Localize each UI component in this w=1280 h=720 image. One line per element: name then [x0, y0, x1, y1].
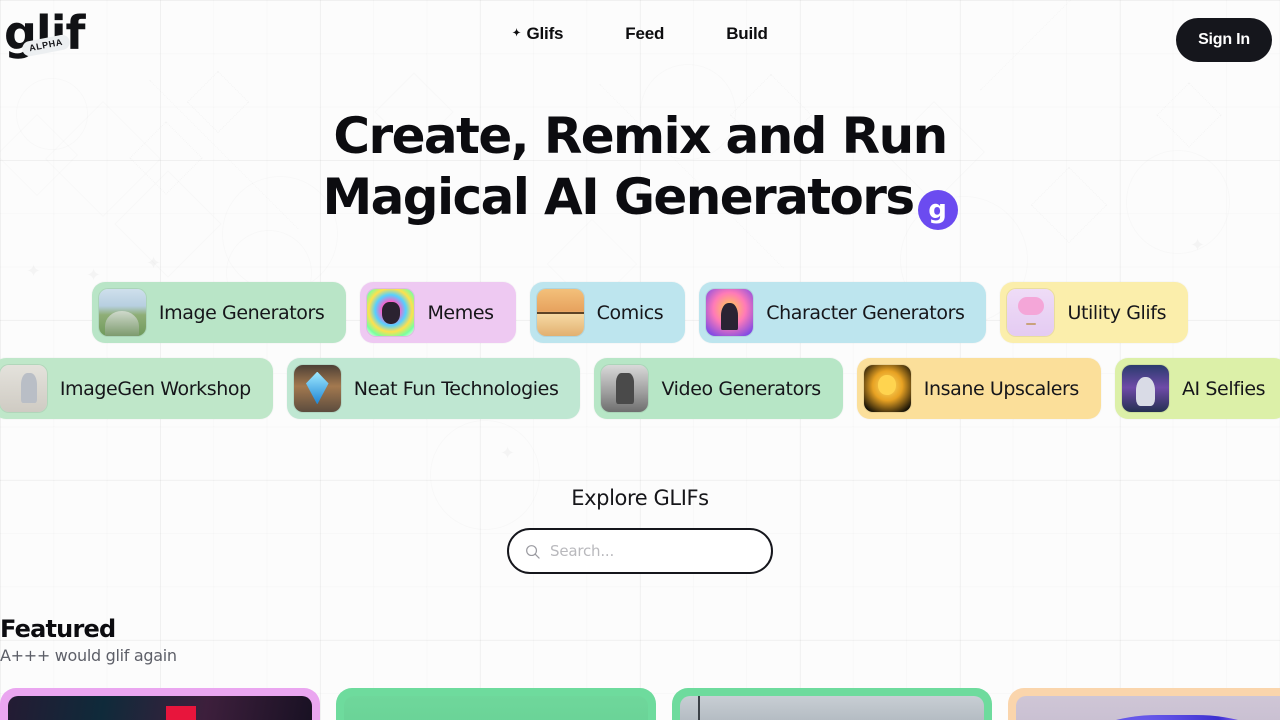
category-pill[interactable]: Insane Upscalers [856, 358, 1101, 419]
landscape-thumbnail [98, 289, 146, 336]
featured-cards [0, 688, 1280, 720]
cyberpunk-scene [8, 696, 312, 720]
category-pill[interactable]: ImageGen Workshop [0, 358, 273, 419]
nav-item-build-label: Build [726, 24, 768, 43]
category-pill-label: Image Generators [158, 301, 325, 324]
robot-painter-thumbnail [0, 365, 47, 412]
grayscale-landscape [680, 696, 984, 720]
category-pill-label: Comics [596, 301, 664, 324]
nav-item-feed-label: Feed [625, 24, 665, 43]
pink-robot-thumbnail [1007, 289, 1055, 336]
hero-line-2: Magical AI Generators [322, 168, 916, 226]
explore-section: Explore GLIFs [0, 486, 1280, 574]
category-pill-label: Memes [427, 301, 494, 324]
category-pill-label: Insane Upscalers [923, 377, 1080, 400]
anime-character-thumbnail [706, 289, 754, 336]
glif-g-badge-icon: g [917, 190, 958, 230]
category-pill[interactable]: Memes [360, 282, 516, 343]
category-pill[interactable]: Comics [529, 282, 686, 343]
category-pill-label: ImageGen Workshop [59, 377, 251, 400]
category-row-2: ImageGen Workshop Neat Fun Technologies Vi… [0, 358, 1280, 419]
blue-gem-thumbnail [293, 365, 341, 412]
wizard-selfie-thumbnail [1121, 365, 1169, 412]
hero-line-1: Create, Remix and Run [333, 107, 948, 165]
category-row-1: Image Generators Memes Comics Character Gen… [0, 282, 1280, 343]
nav-links: ✦ Glifs Feed Build [0, 24, 1280, 44]
page-root: ✦ ✦ ✦ ✦ ✦ glif ALPHA ✦ Glifs Feed Build … [0, 0, 1280, 720]
meme-dog-thumbnail [367, 289, 415, 336]
bg-sparkle-icon: ✦ [26, 261, 42, 281]
featured-card[interactable] [1008, 688, 1280, 720]
featured-card[interactable] [336, 688, 656, 720]
category-pill[interactable]: Image Generators [91, 282, 347, 343]
featured-card[interactable] [672, 688, 992, 720]
hero-line-2-wrap: Magical AI Generators g [0, 167, 1280, 230]
page-title: Create, Remix and Run Magical AI Generat… [0, 106, 1280, 230]
search-icon [526, 544, 540, 559]
purple-orbs [1016, 696, 1280, 720]
category-pill-label: Video Generators [661, 377, 821, 400]
bg-sparkle-icon: ✦ [1190, 235, 1206, 255]
featured-card[interactable] [0, 688, 320, 720]
category-pill[interactable]: Utility Glifs [1000, 282, 1189, 343]
category-pill[interactable]: Neat Fun Technologies [286, 358, 581, 419]
search-input[interactable] [550, 542, 755, 560]
vintage-photo-thumbnail [601, 365, 649, 412]
category-pill-label: Character Generators [766, 301, 965, 324]
bg-sparkle-icon: ✦ [500, 443, 516, 463]
nav-item-glifs-label: Glifs [526, 24, 564, 43]
top-navigation-bar: glif ALPHA ✦ Glifs Feed Build Sign In [0, 0, 1280, 80]
golden-face-thumbnail [863, 365, 911, 412]
category-pill[interactable]: Character Generators [699, 282, 987, 343]
explore-title: Explore GLIFs [571, 486, 709, 510]
category-pill-label: Neat Fun Technologies [353, 377, 559, 400]
nav-item-feed[interactable]: Feed [625, 24, 664, 44]
search-bar[interactable] [507, 528, 773, 574]
green-placeholder [344, 696, 648, 720]
category-pill-label: Utility Glifs [1067, 301, 1167, 324]
category-pill-rows: Image Generators Memes Comics Character Gen… [0, 282, 1280, 434]
hero-section: Create, Remix and Run Magical AI Generat… [0, 106, 1280, 230]
category-pill[interactable]: Video Generators [594, 358, 843, 419]
nav-item-glifs[interactable]: ✦ Glifs [512, 24, 563, 44]
featured-section: Featured A+++ would glif again [0, 614, 1280, 665]
featured-title: Featured [0, 615, 116, 643]
sparkle-icon: ✦ [512, 28, 521, 39]
comic-panels-thumbnail [536, 289, 584, 336]
category-pill-label: AI Selfies [1181, 377, 1266, 400]
category-pill[interactable]: AI Selfies [1114, 358, 1280, 419]
sign-in-button[interactable]: Sign In [1176, 18, 1272, 62]
featured-subtitle: A+++ would glif again [0, 646, 177, 665]
bg-sparkle-icon: ✦ [146, 253, 162, 273]
nav-item-build[interactable]: Build [726, 24, 768, 44]
